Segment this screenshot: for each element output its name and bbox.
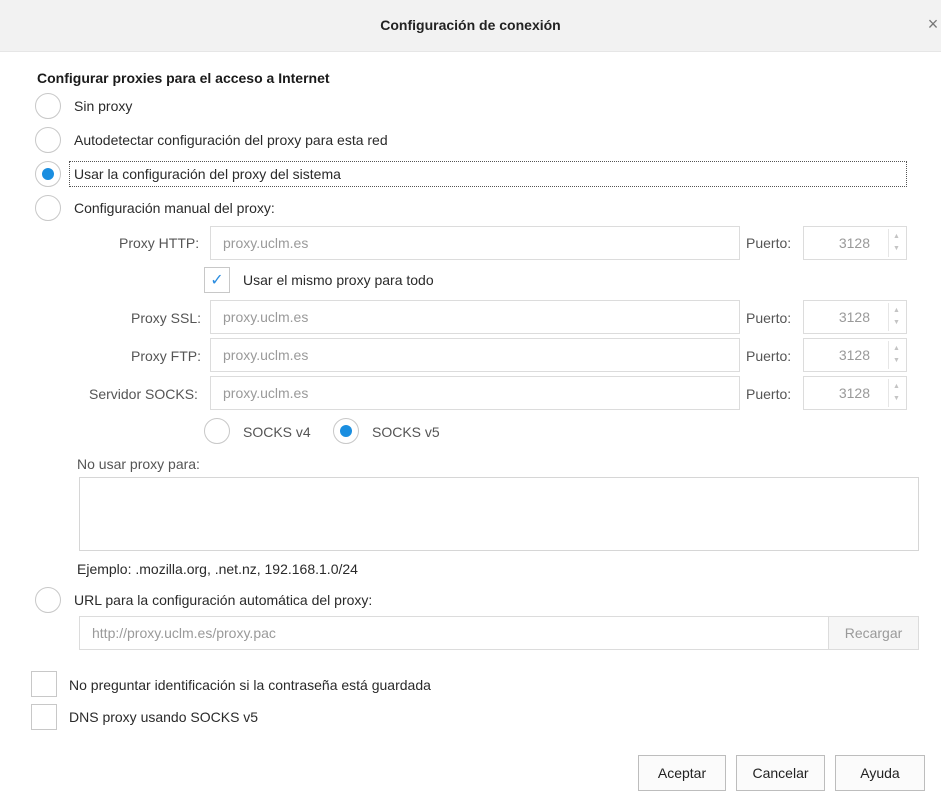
help-button[interactable]: Ayuda xyxy=(835,755,925,791)
http-port-spinner[interactable]: ▲ ▼ xyxy=(888,229,904,257)
radio-socks-v5[interactable] xyxy=(333,418,359,444)
spin-up-icon[interactable]: ▲ xyxy=(893,307,900,315)
socks-port-input[interactable]: 3128 ▲ ▼ xyxy=(803,376,907,410)
radio-socks-v4-label: SOCKS v4 xyxy=(243,424,311,440)
socks-port-label: Puerto: xyxy=(746,386,792,402)
radio-socks-v4[interactable] xyxy=(204,418,230,444)
cancel-button[interactable]: Cancelar xyxy=(736,755,825,791)
radio-system-proxy-label: Usar la configuración del proxy del sist… xyxy=(74,166,341,182)
spin-up-icon[interactable]: ▲ xyxy=(893,383,900,391)
spin-down-icon[interactable]: ▼ xyxy=(893,357,900,365)
auto-config-url-input[interactable]: http://proxy.uclm.es/proxy.pac xyxy=(79,616,829,650)
no-proxy-example: Ejemplo: .mozilla.org, .net.nz, 192.168.… xyxy=(77,561,358,577)
ftp-port-value: 3128 xyxy=(838,347,870,363)
spin-up-icon[interactable]: ▲ xyxy=(893,345,900,353)
spin-up-icon[interactable]: ▲ xyxy=(893,233,900,241)
spin-down-icon[interactable]: ▼ xyxy=(893,245,900,253)
socks-port-spinner[interactable]: ▲ ▼ xyxy=(888,379,904,407)
radio-auto-config-url-label: URL para la configuración automática del… xyxy=(74,592,373,608)
ssl-proxy-input[interactable]: proxy.uclm.es xyxy=(210,300,740,334)
http-port-input[interactable]: 3128 ▲ ▼ xyxy=(803,226,907,260)
socks-server-input[interactable]: proxy.uclm.es xyxy=(210,376,740,410)
same-proxy-checkbox[interactable]: ✓ xyxy=(204,267,230,293)
radio-auto-config-url[interactable] xyxy=(35,587,61,613)
dns-proxy-socks-label: DNS proxy usando SOCKS v5 xyxy=(69,709,259,725)
ssl-port-input[interactable]: 3128 ▲ ▼ xyxy=(803,300,907,334)
checkmark-icon: ✓ xyxy=(210,272,224,289)
radio-no-proxy-label: Sin proxy xyxy=(74,98,133,114)
spin-down-icon[interactable]: ▼ xyxy=(893,395,900,403)
socks-server-label: Servidor SOCKS: xyxy=(89,386,198,402)
ftp-proxy-input[interactable]: proxy.uclm.es xyxy=(210,338,740,372)
http-proxy-label: Proxy HTTP: xyxy=(119,235,200,251)
radio-manual-proxy-label: Configuración manual del proxy: xyxy=(74,200,275,216)
same-proxy-label: Usar el mismo proxy para todo xyxy=(243,272,434,288)
socks-port-value: 3128 xyxy=(838,385,870,401)
ftp-port-label: Puerto: xyxy=(746,348,792,364)
radio-system-proxy[interactable] xyxy=(35,161,61,187)
ftp-proxy-label: Proxy FTP: xyxy=(131,348,202,364)
http-port-value: 3128 xyxy=(838,235,870,251)
spin-down-icon[interactable]: ▼ xyxy=(893,319,900,327)
ftp-port-spinner[interactable]: ▲ ▼ xyxy=(888,341,904,369)
ssl-port-spinner[interactable]: ▲ ▼ xyxy=(888,303,904,331)
close-icon[interactable]: × xyxy=(924,14,941,34)
accept-button[interactable]: Aceptar xyxy=(638,755,726,791)
ssl-port-label: Puerto: xyxy=(746,310,792,326)
ssl-port-value: 3128 xyxy=(838,309,870,325)
radio-manual-proxy[interactable] xyxy=(35,195,61,221)
no-auth-prompt-label: No preguntar identificación si la contra… xyxy=(69,677,431,693)
dns-proxy-socks-checkbox[interactable] xyxy=(31,704,57,730)
radio-autodetect[interactable] xyxy=(35,127,61,153)
http-proxy-input[interactable]: proxy.uclm.es xyxy=(210,226,740,260)
ssl-proxy-label: Proxy SSL: xyxy=(131,310,202,326)
no-proxy-label: No usar proxy para: xyxy=(77,456,200,472)
radio-no-proxy[interactable] xyxy=(35,93,61,119)
reload-button[interactable]: Recargar xyxy=(828,616,919,650)
section-heading: Configurar proxies para el acceso a Inte… xyxy=(37,70,330,86)
http-port-label: Puerto: xyxy=(746,235,792,251)
radio-socks-v5-label: SOCKS v5 xyxy=(372,424,440,440)
no-auth-prompt-checkbox[interactable] xyxy=(31,671,57,697)
dialog-title: Configuración de conexión xyxy=(380,17,561,33)
radio-autodetect-label: Autodetectar configuración del proxy par… xyxy=(74,132,388,148)
no-proxy-textarea[interactable] xyxy=(79,477,919,551)
ftp-port-input[interactable]: 3128 ▲ ▼ xyxy=(803,338,907,372)
